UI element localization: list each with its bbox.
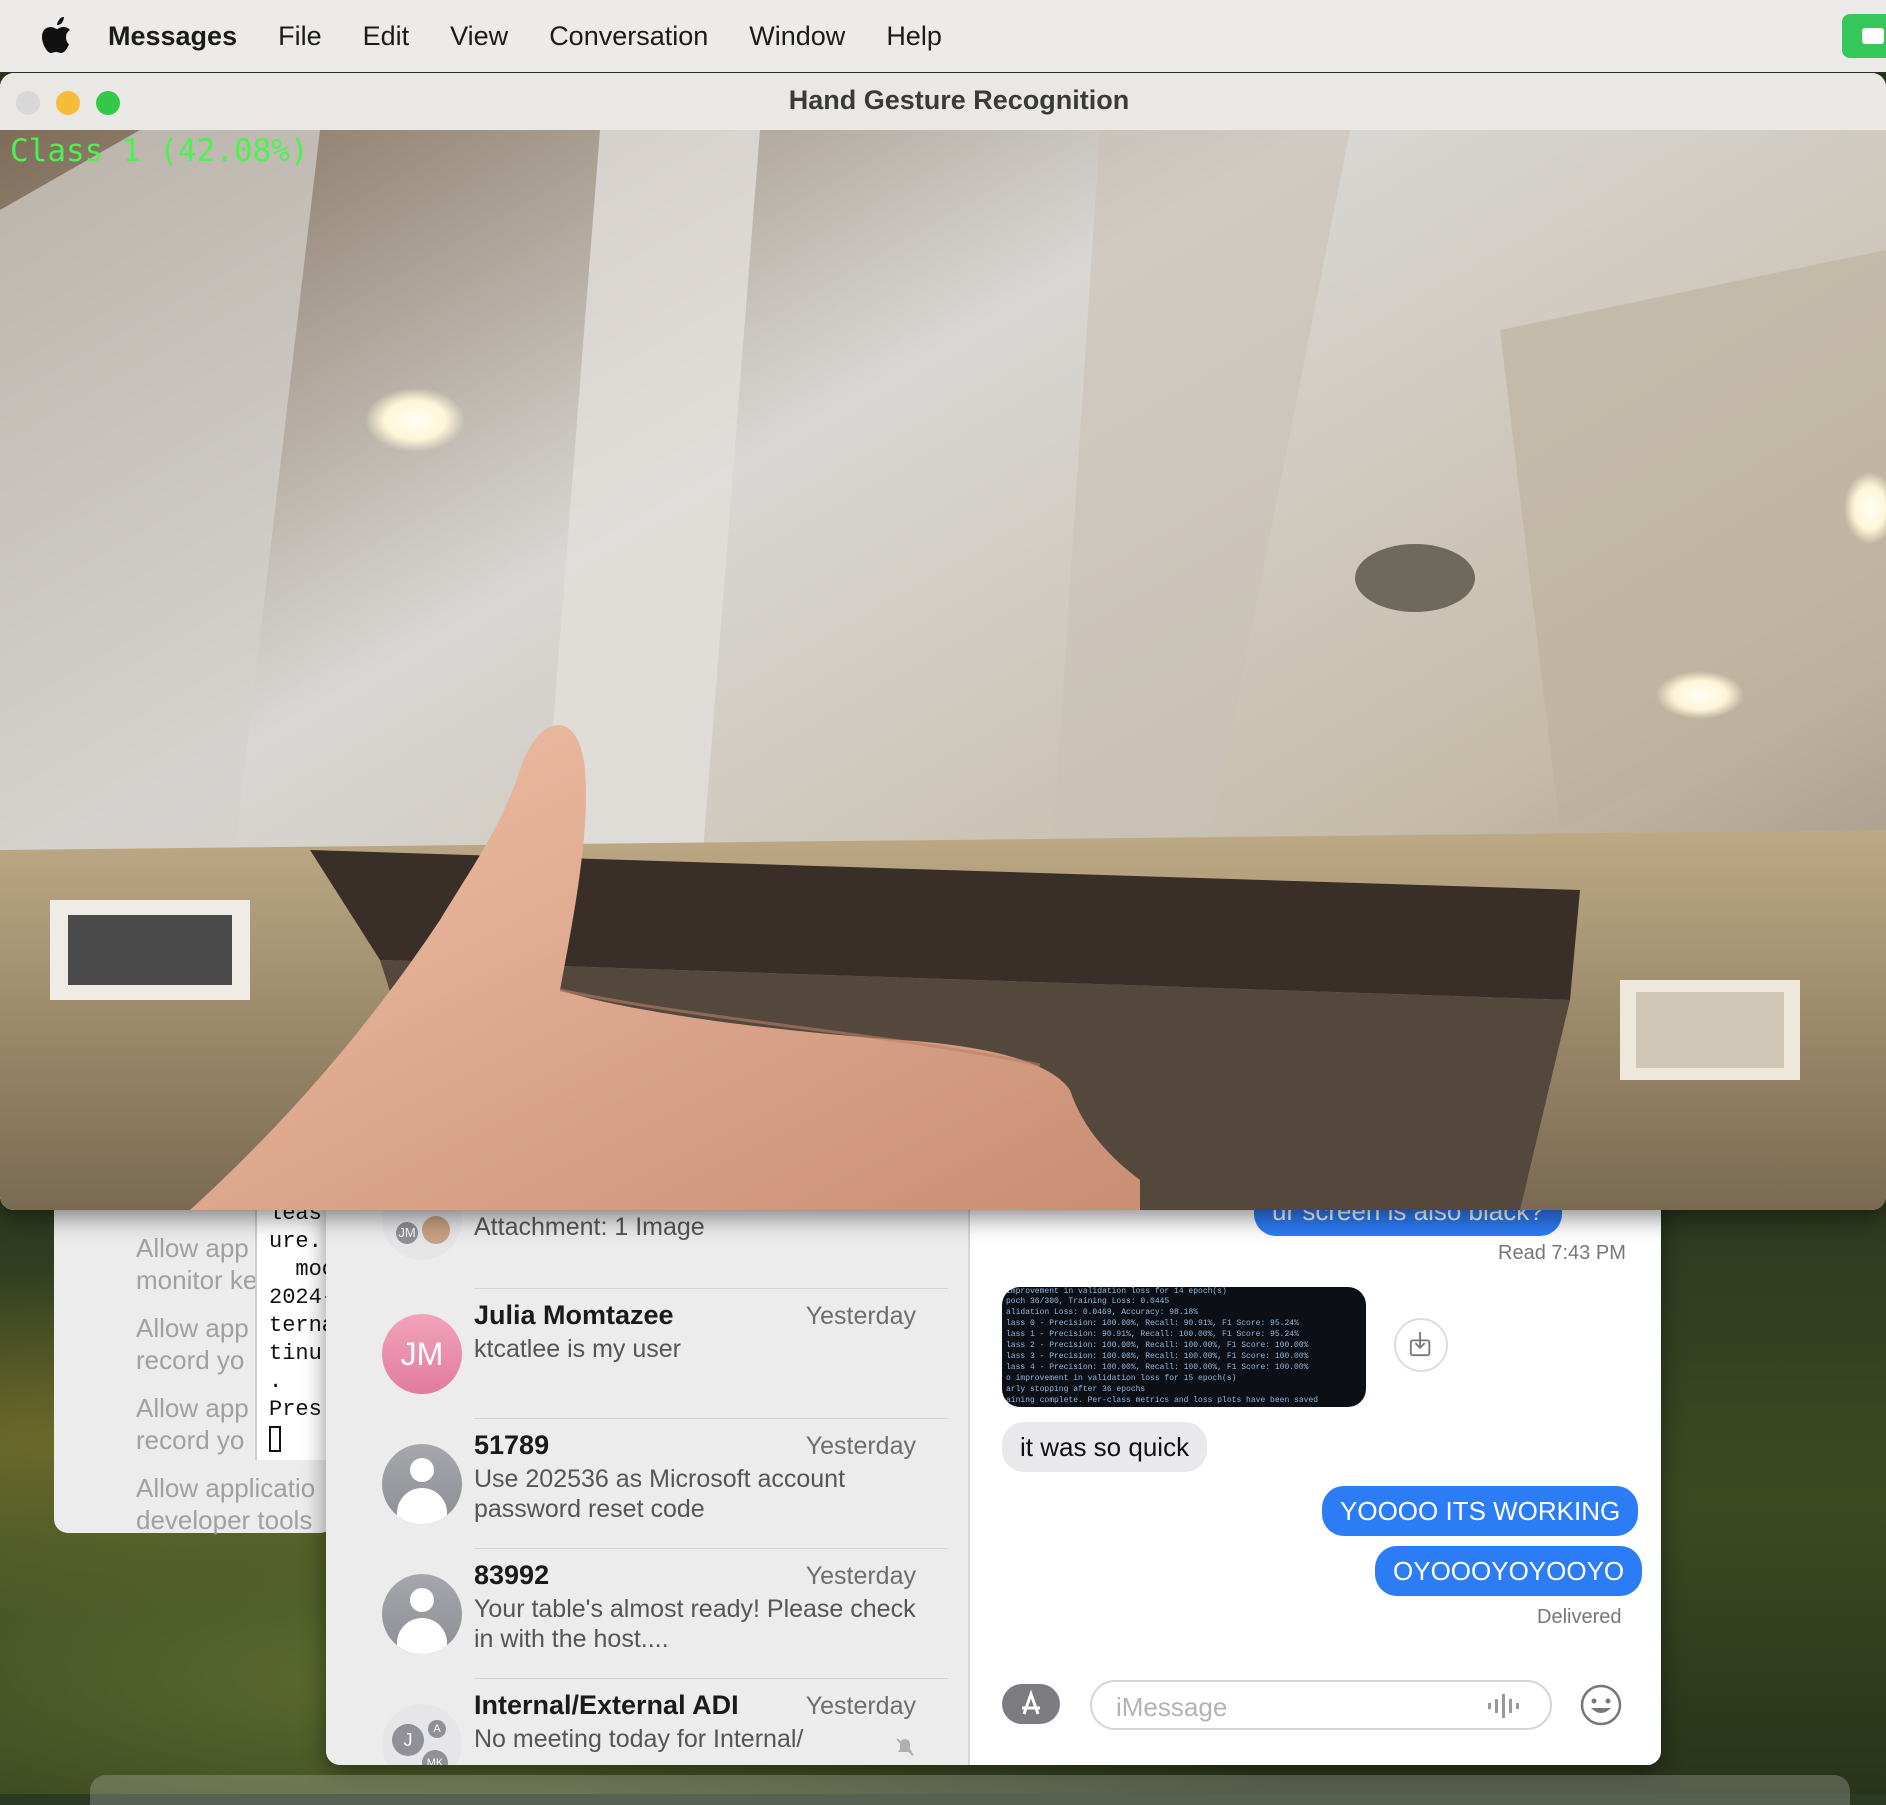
terminal-line: ure. (269, 1229, 322, 1254)
image-text-line: lass 3 - Precision: 100.00%, Recall: 100… (1006, 1352, 1309, 1361)
prediction-label: Class 1 (42.08%) (10, 133, 309, 169)
image-attachment[interactable]: improvement in validation loss for 14 ep… (1002, 1287, 1366, 1407)
menu-status-icon[interactable] (1842, 14, 1886, 58)
menu-help[interactable]: Help (886, 21, 942, 52)
conversation-time: Yesterday (805, 1302, 916, 1330)
audio-waveform-icon[interactable] (1484, 1694, 1524, 1718)
read-receipt: Read 7:43 PM (1498, 1242, 1626, 1264)
image-text-line: o improvement in validation loss for 15 … (1006, 1374, 1237, 1383)
settings-row-text: developer tools (136, 1505, 313, 1535)
menu-file[interactable]: File (278, 21, 322, 52)
terminal-line: . (269, 1369, 283, 1394)
settings-row-text: Allow app (136, 1313, 249, 1343)
apple-icon[interactable] (40, 17, 74, 55)
conversation-item[interactable]: 51789 Yesterday Use 202536 as Microsoft … (326, 1420, 968, 1550)
conversation-name: 51789 (474, 1430, 550, 1460)
outgoing-message[interactable]: OYOOOYOYOOYO (1375, 1546, 1643, 1596)
hand-gesture-window: Hand Gesture Recognition Class 1 (42.08%… (0, 73, 1886, 1210)
conversation-time: Yesterday (805, 1562, 916, 1590)
conversation-name: 83992 (474, 1560, 550, 1590)
conversation-name: Julia Momtazee (474, 1300, 674, 1330)
divider (474, 1548, 948, 1549)
group-avatar: J A MK (382, 1704, 462, 1765)
image-text-line: lass 4 - Precision: 100.00%, Recall: 100… (1006, 1363, 1309, 1372)
settings-row-text: record yo (136, 1425, 245, 1455)
conversation-preview: ktcatlee is my user (474, 1335, 682, 1363)
menu-edit[interactable]: Edit (363, 21, 410, 52)
outgoing-message[interactable]: YOOOO ITS WORKING (1322, 1486, 1639, 1536)
avatar: A (428, 1720, 446, 1738)
terminal-cursor (269, 1426, 281, 1452)
dock[interactable] (90, 1775, 1850, 1805)
settings-row-text: Allow applicatio (136, 1473, 316, 1503)
conversation-item[interactable]: 83992 Yesterday Your table's almost read… (326, 1550, 968, 1680)
person-icon (382, 1574, 462, 1654)
download-icon[interactable] (1394, 1318, 1448, 1372)
avatar: J (392, 1724, 424, 1756)
menu-conversation[interactable]: Conversation (549, 21, 708, 52)
menu-view[interactable]: View (450, 21, 508, 52)
image-text-line: lass 0 - Precision: 100.00%, Recall: 90.… (1006, 1319, 1299, 1328)
conversation-preview: Attachment: 1 Image (474, 1213, 705, 1241)
terminal-line: Pres (269, 1397, 322, 1422)
conversation-item[interactable]: J A MK Internal/External ADI Yesterday N… (326, 1680, 968, 1765)
image-text-line: aining complete. Per-class metrics and l… (1006, 1396, 1319, 1405)
message-input[interactable]: iMessage (1090, 1680, 1552, 1730)
incoming-message[interactable]: it was so quick (1002, 1422, 1208, 1472)
image-text-line: arly stopping after 36 epochs (1006, 1385, 1146, 1394)
message-thread[interactable]: ur screen is also black? Read 7:43 PM im… (970, 1200, 1661, 1765)
image-text-line: poch 36/300, Training Loss: 0.0445 (1006, 1297, 1170, 1306)
message-input-placeholder: iMessage (1116, 1692, 1228, 1722)
conversation-preview: No meeting today for Internal/ (474, 1725, 804, 1753)
settings-row-text: record yo (136, 1345, 245, 1375)
camera-feed (0, 130, 1886, 1210)
menu-app-name[interactable]: Messages (108, 21, 237, 52)
image-text-line: alidation Loss: 0.0469, Accuracy: 98.18% (1006, 1308, 1199, 1317)
divider (474, 1418, 948, 1419)
avatar: JM (382, 1314, 462, 1394)
settings-row-text: Allow app (136, 1393, 249, 1423)
delivered-receipt: Delivered (1537, 1606, 1622, 1628)
emoji-icon[interactable] (1578, 1682, 1624, 1728)
conversation-preview: Use 202536 as Microsoft account password… (474, 1465, 846, 1523)
conversation-time: Yesterday (805, 1692, 916, 1720)
conversation-item[interactable]: JM Julia Momtazee Yesterday ktcatlee is … (326, 1290, 968, 1420)
conversation-item[interactable]: JM Attachment: 1 Image (326, 1200, 968, 1290)
messages-window: JM Attachment: 1 Image JM Julia Momtazee… (326, 1200, 1661, 1765)
conversation-preview: Your table's almost ready! Please check … (474, 1595, 916, 1653)
image-text-line: improvement in validation loss for 14 ep… (1006, 1287, 1227, 1296)
menu-window[interactable]: Window (749, 21, 845, 52)
window-titlebar[interactable]: Hand Gesture Recognition (0, 73, 1886, 131)
window-title: Hand Gesture Recognition (788, 85, 1130, 115)
settings-row-text: Allow app (136, 1233, 249, 1263)
mute-bell-icon (896, 1738, 914, 1756)
conversation-time: Yesterday (805, 1432, 916, 1460)
settings-row-text: monitor ke (136, 1265, 258, 1295)
menu-bar: Messages File Edit View Conversation Win… (0, 0, 1886, 72)
app-store-icon[interactable] (1002, 1684, 1060, 1724)
terminal-line: tinu (269, 1341, 322, 1366)
divider (474, 1288, 948, 1289)
avatar: MK (422, 1750, 448, 1765)
avatar: JM (396, 1222, 418, 1244)
person-icon (382, 1444, 462, 1524)
conversation-list[interactable]: JM Attachment: 1 Image JM Julia Momtazee… (326, 1200, 970, 1765)
image-text-line: lass 2 - Precision: 100.00%, Recall: 100… (1006, 1341, 1309, 1350)
conversation-name: Internal/External ADI (474, 1690, 739, 1720)
divider (474, 1678, 948, 1679)
avatar (422, 1216, 450, 1244)
image-text-line: lass 1 - Precision: 90.91%, Recall: 100.… (1006, 1330, 1299, 1339)
